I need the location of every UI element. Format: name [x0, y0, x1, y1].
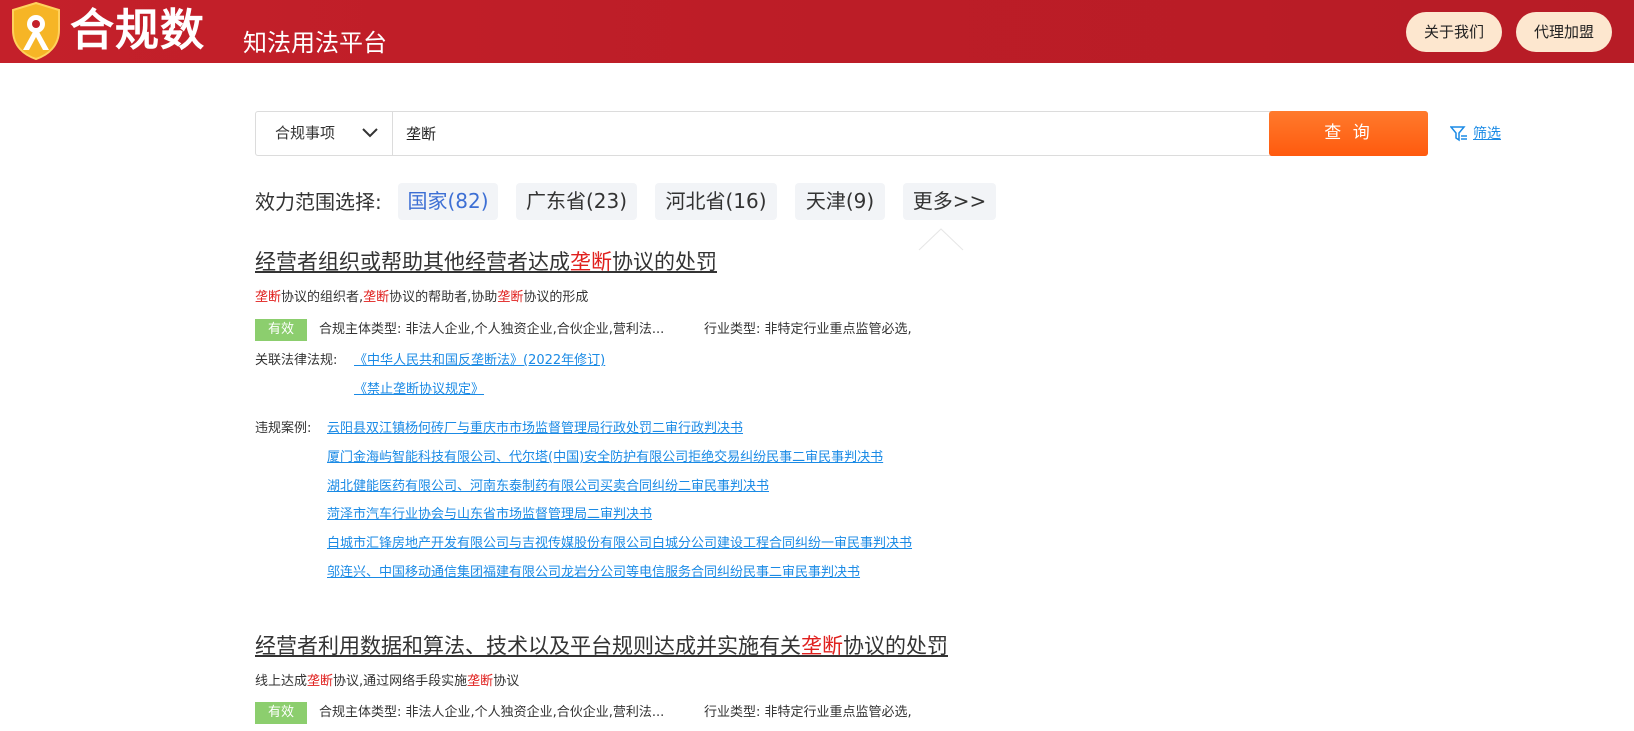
agent-join-button[interactable]: 代理加盟: [1516, 12, 1612, 52]
status-badge: 有效: [255, 319, 307, 341]
desc-keyword: 垄断: [363, 290, 390, 305]
filter-label: 筛选: [1473, 126, 1501, 142]
case-link[interactable]: 厦门金海屿智能科技有限公司、代尔塔(中国)安全防护有限公司拒绝交易纠纷民事二审民…: [327, 448, 883, 468]
scope-tag-guangdong[interactable]: 广东省(23): [516, 183, 637, 220]
desc-keyword: 垄断: [467, 674, 494, 689]
logo-text[interactable]: 合规数: [70, 4, 205, 58]
law-link[interactable]: 《中华人民共和国反垄断法》(2022年修订): [354, 351, 605, 371]
status-badge: 有效: [255, 702, 307, 724]
scope-tag-hebei[interactable]: 河北省(16): [655, 183, 777, 220]
result-desc: 线上达成垄断协议,通过网络手段实施垄断协议: [255, 672, 519, 692]
scope-tag-tianjin[interactable]: 天津(9): [795, 183, 885, 220]
case-link[interactable]: 菏泽市汽车行业协会与山东省市场监督管理局二审判决书: [327, 505, 652, 525]
result-title[interactable]: 经营者利用数据和算法、技术以及平台规则达成并实施有关垄断协议的处罚: [255, 631, 948, 661]
search-input[interactable]: [393, 112, 1273, 155]
laws-label: 关联法律法规:: [255, 353, 338, 368]
filter-icon: [1450, 126, 1467, 142]
desc-text: 协议的帮助者,协助: [389, 290, 498, 305]
search-bar: 合规事项: [255, 111, 1428, 156]
about-us-button[interactable]: 关于我们: [1406, 12, 1502, 52]
category-select[interactable]: 合规事项: [256, 112, 393, 155]
desc-keyword: 垄断: [255, 290, 282, 305]
result-title[interactable]: 经营者组织或帮助其他经营者达成垄断协议的处罚: [255, 247, 717, 277]
subject-type: 合规主体类型: 非法人企业,个人独资企业,合伙企业,营利法...: [319, 705, 665, 720]
desc-text: 协议的组织者,: [281, 290, 364, 305]
case-link[interactable]: 邬连兴、中国移动通信集团福建有限公司龙岩分公司等电信服务合同纠纷民事二审民事判决…: [327, 563, 860, 583]
desc-text: 协议,通过网络手段实施: [333, 674, 468, 689]
desc-keyword: 垄断: [497, 290, 524, 305]
category-select-value: 合规事项: [275, 124, 336, 142]
result-title-keyword: 垄断: [570, 250, 612, 274]
scope-tag-national[interactable]: 国家(82): [398, 183, 498, 220]
caret-up-icon: [918, 228, 964, 251]
desc-text: 协议的形成: [523, 290, 589, 305]
case-link[interactable]: 湖北健能医药有限公司、河南东泰制药有限公司买卖合同纠纷二审民事判决书: [327, 477, 769, 497]
subject-type: 合规主体类型: 非法人企业,个人独资企业,合伙企业,营利法...: [319, 322, 665, 337]
chevron-down-icon: [362, 128, 378, 138]
desc-keyword: 垄断: [307, 674, 334, 689]
result-title-text: 经营者利用数据和算法、技术以及平台规则达成并实施有关: [255, 634, 801, 658]
industry-type: 行业类型: 非特定行业重点监管必选,: [704, 705, 912, 720]
case-link[interactable]: 白城市汇锋房地产开发有限公司与吉视传媒股份有限公司白城分公司建设工程合同纠纷一审…: [327, 534, 912, 554]
cases-label: 违规案例:: [255, 421, 312, 436]
desc-text: 协议: [493, 674, 520, 689]
law-link[interactable]: 《禁止垄断协议规定》: [354, 380, 484, 400]
scope-label: 效力范围选择:: [255, 190, 382, 214]
case-link[interactable]: 云阳县双江镇杨何砖厂与重庆市市场监督管理局行政处罚二审行政判决书: [327, 419, 743, 439]
result-title-text: 协议的处罚: [843, 634, 948, 658]
industry-type: 行业类型: 非特定行业重点监管必选,: [704, 322, 912, 337]
result-title-text: 经营者组织或帮助其他经营者达成: [255, 250, 570, 274]
result-title-keyword: 垄断: [801, 634, 843, 658]
result-title-text: 协议的处罚: [612, 250, 717, 274]
logo-slogan: 知法用法平台: [243, 29, 387, 57]
desc-text: 线上达成: [255, 674, 308, 689]
search-button[interactable]: 查 询: [1269, 111, 1428, 156]
result-desc: 垄断协议的组织者,垄断协议的帮助者,协助垄断协议的形成: [255, 288, 588, 308]
logo-shield-icon: [12, 2, 60, 60]
top-header: 合规数 知法用法平台 关于我们 代理加盟: [0, 0, 1634, 63]
scope-tag-more[interactable]: 更多>>: [903, 183, 996, 220]
